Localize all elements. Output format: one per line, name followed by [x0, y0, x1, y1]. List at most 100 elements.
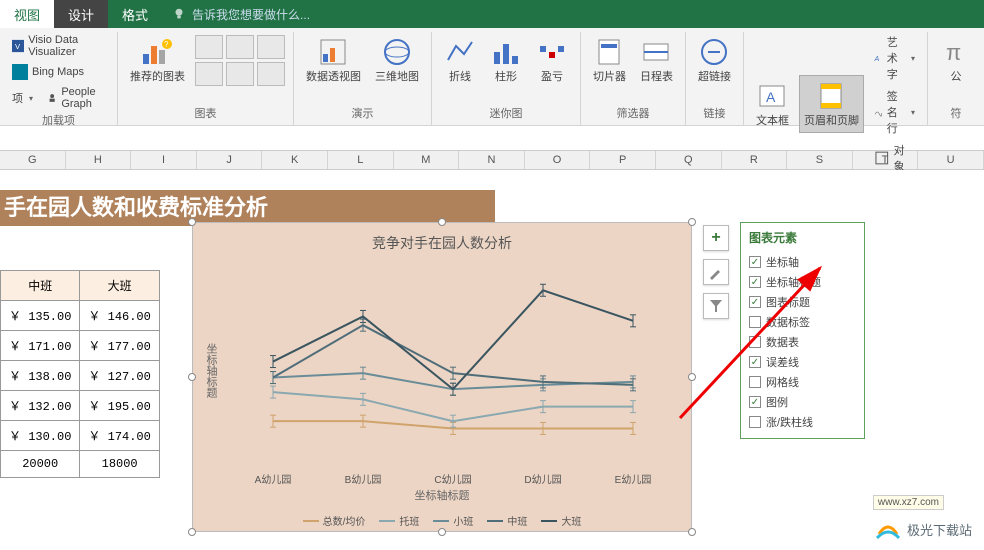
- chart-type-stock[interactable]: [257, 62, 285, 86]
- resize-handle[interactable]: [188, 218, 196, 226]
- legend-item[interactable]: 大班: [541, 513, 581, 528]
- chart-element-option[interactable]: ✓坐标轴标题: [749, 272, 856, 292]
- table-cell[interactable]: 18000: [80, 451, 159, 478]
- xaxis-title[interactable]: 坐标轴标题: [193, 487, 691, 503]
- chart-legend[interactable]: 总数/均价托班小班中班大班: [193, 513, 691, 528]
- checkbox[interactable]: ✓: [749, 256, 761, 268]
- chart-element-option[interactable]: ✓坐标轴: [749, 252, 856, 272]
- table-cell[interactable]: ￥ 127.00: [80, 361, 159, 391]
- col-header[interactable]: R: [722, 151, 788, 169]
- chart-element-option[interactable]: ✓图表标题: [749, 292, 856, 312]
- table-cell[interactable]: ￥ 174.00: [80, 421, 159, 451]
- chart-styles-btn[interactable]: [703, 259, 729, 285]
- table-row[interactable]: 2000018000: [1, 451, 160, 478]
- col-header[interactable]: O: [525, 151, 591, 169]
- table-cell[interactable]: ￥ 130.00: [1, 421, 80, 451]
- resize-handle[interactable]: [188, 373, 196, 381]
- table-cell[interactable]: ￥ 138.00: [1, 361, 80, 391]
- table-row[interactable]: ￥ 132.00￥ 195.00: [1, 391, 160, 421]
- signature-btn[interactable]: 签名行▾: [870, 86, 919, 138]
- table-row[interactable]: ￥ 135.00￥ 146.00: [1, 301, 160, 331]
- checkbox[interactable]: [749, 336, 761, 348]
- resize-handle[interactable]: [688, 528, 696, 536]
- chart-element-option[interactable]: 数据标签: [749, 312, 856, 332]
- chart-element-option[interactable]: ✓图例: [749, 392, 856, 412]
- equation-btn[interactable]: π公: [936, 32, 976, 88]
- tell-me[interactable]: 告诉我您想要做什么...: [162, 0, 984, 28]
- textbox-btn[interactable]: A文本框: [752, 76, 793, 132]
- resize-handle[interactable]: [688, 373, 696, 381]
- chart-type-bar[interactable]: [195, 35, 223, 59]
- visio-btn[interactable]: VVisio Data Visualizer: [8, 32, 109, 60]
- checkbox[interactable]: [749, 416, 761, 428]
- col-header[interactable]: G: [0, 151, 66, 169]
- worksheet[interactable]: 手在园人数和收费标准分析 中班大班 ￥ 135.00￥ 146.00￥ 171.…: [0, 170, 984, 550]
- checkbox[interactable]: [749, 316, 761, 328]
- chart-type-pie[interactable]: [257, 35, 285, 59]
- spark-line-btn[interactable]: 折线: [440, 32, 480, 88]
- yaxis-title[interactable]: 坐标轴标题: [203, 343, 219, 398]
- legend-item[interactable]: 托班: [379, 513, 419, 528]
- table-cell[interactable]: ￥ 177.00: [80, 331, 159, 361]
- chart-element-option[interactable]: ✓误差线: [749, 352, 856, 372]
- checkbox[interactable]: ✓: [749, 396, 761, 408]
- wordart-btn[interactable]: A艺术字▾: [870, 32, 919, 84]
- table-header[interactable]: 中班: [1, 271, 80, 301]
- chart-type-line[interactable]: [226, 35, 254, 59]
- chart-elements-btn[interactable]: +: [703, 225, 729, 251]
- col-header[interactable]: H: [66, 151, 132, 169]
- table-cell[interactable]: ￥ 195.00: [80, 391, 159, 421]
- peoplegraph-btn[interactable]: People Graph: [43, 84, 109, 112]
- slicer-btn[interactable]: 切片器: [589, 32, 630, 88]
- checkbox[interactable]: ✓: [749, 356, 761, 368]
- spark-col-btn[interactable]: 柱形: [486, 32, 526, 88]
- timeline-btn[interactable]: 日程表: [636, 32, 677, 88]
- col-header[interactable]: P: [590, 151, 656, 169]
- col-header[interactable]: K: [262, 151, 328, 169]
- header-footer-btn[interactable]: 页眉和页脚: [799, 75, 864, 133]
- col-header[interactable]: S: [787, 151, 853, 169]
- legend-item[interactable]: 小班: [433, 513, 473, 528]
- checkbox[interactable]: [749, 376, 761, 388]
- hyperlink-btn[interactable]: 超链接: [694, 32, 735, 88]
- col-header[interactable]: T: [853, 151, 919, 169]
- table-row[interactable]: ￥ 130.00￥ 174.00: [1, 421, 160, 451]
- table-cell[interactable]: ￥ 146.00: [80, 301, 159, 331]
- legend-item[interactable]: 中班: [487, 513, 527, 528]
- legend-item[interactable]: 总数/均价: [303, 513, 366, 528]
- bingmaps-btn[interactable]: Bing Maps: [8, 62, 109, 82]
- col-header[interactable]: J: [197, 151, 263, 169]
- map3d-btn[interactable]: 三维地图: [371, 32, 423, 88]
- chart-object[interactable]: 竞争对手在园人数分析 坐标轴标题 A幼儿园B幼儿园C幼儿园D幼儿园E幼儿园 坐标…: [192, 222, 692, 532]
- chart-filter-btn[interactable]: [703, 293, 729, 319]
- checkbox[interactable]: ✓: [749, 296, 761, 308]
- col-header[interactable]: I: [131, 151, 197, 169]
- table-row[interactable]: ￥ 138.00￥ 127.00: [1, 361, 160, 391]
- pivot-chart-btn[interactable]: 数据透视图: [302, 32, 365, 88]
- tab-design[interactable]: 设计: [54, 0, 108, 28]
- tab-view[interactable]: 视图: [0, 0, 54, 28]
- table-cell[interactable]: ￥ 135.00: [1, 301, 80, 331]
- resize-handle[interactable]: [188, 528, 196, 536]
- recommend-chart-btn[interactable]: ? 推荐的图表: [126, 32, 189, 88]
- col-header[interactable]: N: [459, 151, 525, 169]
- checkbox[interactable]: ✓: [749, 276, 761, 288]
- chart-type-area[interactable]: [195, 62, 223, 86]
- chart-element-option[interactable]: 涨/跌柱线: [749, 412, 856, 432]
- table-header[interactable]: 大班: [80, 271, 159, 301]
- table-cell[interactable]: ￥ 171.00: [1, 331, 80, 361]
- spark-winloss-btn[interactable]: 盈亏: [532, 32, 572, 88]
- chart-plot[interactable]: [243, 263, 663, 463]
- table-cell[interactable]: 20000: [1, 451, 80, 478]
- chart-element-option[interactable]: 数据表: [749, 332, 856, 352]
- tab-format[interactable]: 格式: [108, 0, 162, 28]
- col-header[interactable]: M: [394, 151, 460, 169]
- resize-handle[interactable]: [688, 218, 696, 226]
- table-row[interactable]: ￥ 171.00￥ 177.00: [1, 331, 160, 361]
- col-header[interactable]: Q: [656, 151, 722, 169]
- chart-type-scatter[interactable]: [226, 62, 254, 86]
- col-header[interactable]: U: [918, 151, 984, 169]
- table-cell[interactable]: ￥ 132.00: [1, 391, 80, 421]
- chart-title[interactable]: 竞争对手在园人数分析: [193, 223, 691, 253]
- resize-handle[interactable]: [438, 218, 446, 226]
